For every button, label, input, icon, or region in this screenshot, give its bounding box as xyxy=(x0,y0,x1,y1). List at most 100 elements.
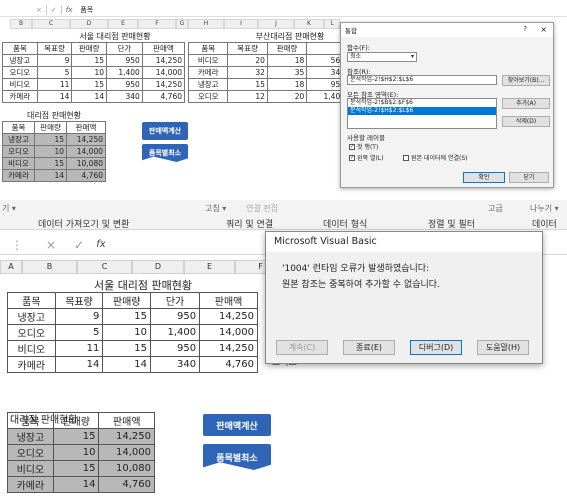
function-select[interactable]: 최소 ▾ xyxy=(347,52,417,62)
value-cell[interactable]: 14,250 xyxy=(199,340,258,357)
value-cell[interactable]: 1,400 xyxy=(106,66,143,79)
value-cell[interactable]: 4,760 xyxy=(66,169,106,182)
ribbon-item[interactable]: 연결 편집 xyxy=(246,203,278,214)
refs-list[interactable]: 분석작업-2!$B$2:$F$6 분석작업-2!$H$2:$L$6 xyxy=(347,98,497,129)
value-cell[interactable]: 15 xyxy=(227,78,268,91)
item-cell[interactable]: 비디오 xyxy=(7,340,56,357)
value-cell[interactable]: 14 xyxy=(52,476,100,493)
value-cell[interactable]: 950 xyxy=(150,308,201,325)
item-cell[interactable]: 냉장고 xyxy=(7,428,54,445)
value-cell[interactable]: 14 xyxy=(102,356,152,373)
value-cell[interactable]: 14,250 xyxy=(141,78,186,91)
add-button[interactable]: 추가(A) xyxy=(502,98,550,109)
column-header-c[interactable]: C xyxy=(32,19,70,29)
value-cell[interactable]: 14,000 xyxy=(98,444,155,461)
column-header[interactable]: 판매액 xyxy=(66,121,106,134)
value-cell[interactable]: 10,080 xyxy=(98,460,155,477)
more-icon[interactable]: ⋮ xyxy=(0,238,34,252)
min-by-item-button[interactable]: 품목별최소 xyxy=(203,444,271,470)
column-header[interactable]: 품목 xyxy=(2,42,38,55)
column-header[interactable]: 목표량 xyxy=(54,292,104,309)
column-header[interactable]: 판매량 xyxy=(71,42,108,55)
column-header-b[interactable]: B xyxy=(22,260,77,274)
cancel-icon[interactable]: × xyxy=(34,238,68,252)
value-cell[interactable]: 5 xyxy=(54,324,104,341)
column-header-h[interactable]: H xyxy=(188,19,224,29)
value-cell[interactable]: 15 xyxy=(102,340,152,357)
column-header[interactable]: 단가 xyxy=(150,292,201,309)
value-cell[interactable]: 4,760 xyxy=(98,476,155,493)
column-header-k[interactable]: K xyxy=(294,19,324,29)
link-source-checkbox[interactable]: 원본 데이터에 연결(S) xyxy=(403,153,467,162)
value-cell[interactable]: 950 xyxy=(106,78,143,91)
value-cell[interactable]: 340 xyxy=(150,356,201,373)
column-header[interactable]: 품목 xyxy=(187,42,229,55)
formula-input[interactable]: 품목 xyxy=(80,5,93,15)
value-cell[interactable]: 14,250 xyxy=(98,428,155,445)
browse-button[interactable]: 찾아보기(B)... xyxy=(502,75,550,86)
column-header[interactable]: 목표량 xyxy=(227,42,268,55)
ribbon-item[interactable]: 나누기 ▾ xyxy=(530,203,559,214)
item-cell[interactable]: 오디오 xyxy=(2,66,38,79)
column-header[interactable]: 판매액 xyxy=(141,42,186,55)
value-cell[interactable]: 18 xyxy=(266,54,308,67)
column-header-j[interactable]: J xyxy=(258,19,294,29)
value-cell[interactable]: 15 xyxy=(52,428,100,445)
value-cell[interactable]: 14,250 xyxy=(141,54,186,67)
item-cell[interactable]: 카메라 xyxy=(7,476,54,493)
list-item[interactable]: 분석작업-2!$H$2:$L$6 xyxy=(348,107,496,115)
item-cell[interactable]: 오디오 xyxy=(7,444,54,461)
item-cell[interactable]: 비디오 xyxy=(2,78,38,91)
ribbon-item[interactable]: 고침 ▾ xyxy=(205,203,226,214)
ribbon-item[interactable]: 고급 xyxy=(488,203,503,214)
formula-cancel-icon[interactable]: × xyxy=(36,6,42,14)
close-icon[interactable]: × xyxy=(540,25,547,34)
value-cell[interactable]: 10,080 xyxy=(66,157,106,170)
dialog-close-button[interactable]: 닫기 xyxy=(509,172,549,183)
ribbon-item[interactable]: 기 ▾ xyxy=(2,203,16,214)
column-header[interactable]: 단가 xyxy=(106,42,143,55)
item-cell[interactable]: 냉장고 xyxy=(7,308,56,325)
value-cell[interactable]: 14 xyxy=(36,90,73,103)
item-cell[interactable]: 오디오 xyxy=(187,90,229,103)
value-cell[interactable]: 10 xyxy=(102,324,152,341)
continue-button[interactable]: 계속(C) xyxy=(276,340,328,355)
value-cell[interactable]: 35 xyxy=(266,66,308,79)
value-cell[interactable]: 14,000 xyxy=(66,145,106,158)
value-cell[interactable]: 15 xyxy=(71,54,108,67)
column-header-c[interactable]: C xyxy=(77,260,132,274)
column-header[interactable]: 판매량 xyxy=(266,42,308,55)
value-cell[interactable]: 9 xyxy=(54,308,104,325)
value-cell[interactable]: 15 xyxy=(71,78,108,91)
formula-confirm-icon[interactable]: ✓ xyxy=(51,6,57,14)
item-cell[interactable]: 오디오 xyxy=(7,324,56,341)
column-header-g[interactable]: G xyxy=(176,19,188,29)
value-cell[interactable]: 14 xyxy=(54,356,104,373)
fx-icon[interactable]: fx xyxy=(90,239,112,250)
value-cell[interactable]: 18 xyxy=(266,78,308,91)
reference-input[interactable]: 분석작업-2!$H$2:$L$6 xyxy=(347,75,497,85)
column-header[interactable]: 품목 xyxy=(1,121,36,134)
column-header-e[interactable]: E xyxy=(184,260,235,274)
value-cell[interactable]: 15 xyxy=(34,133,68,146)
item-cell[interactable]: 카메라 xyxy=(7,356,56,373)
column-header-d[interactable]: D xyxy=(70,19,108,29)
value-cell[interactable]: 340 xyxy=(106,90,143,103)
column-header[interactable]: 품목 xyxy=(7,292,56,309)
help-button[interactable]: 도움말(H) xyxy=(477,340,529,355)
value-cell[interactable]: 14,000 xyxy=(141,66,186,79)
value-cell[interactable]: 14,250 xyxy=(199,308,258,325)
column-header-d[interactable]: D xyxy=(132,260,184,274)
sales-calc-button[interactable]: 판매액계산 xyxy=(142,122,188,140)
value-cell[interactable]: 14,250 xyxy=(66,133,106,146)
item-cell[interactable]: 냉장고 xyxy=(1,133,36,146)
column-header[interactable]: 판매액 xyxy=(199,292,258,309)
value-cell[interactable]: 5 xyxy=(36,66,73,79)
list-item[interactable]: 분석작업-2!$B$2:$F$6 xyxy=(348,99,496,107)
column-header-e[interactable]: E xyxy=(108,19,138,29)
item-cell[interactable]: 오디오 xyxy=(1,145,36,158)
value-cell[interactable]: 11 xyxy=(36,78,73,91)
column-header[interactable]: 품목 xyxy=(7,412,54,429)
value-cell[interactable]: 15 xyxy=(52,460,100,477)
top-row-checkbox[interactable]: ✓ 첫 행(T) xyxy=(349,142,378,151)
